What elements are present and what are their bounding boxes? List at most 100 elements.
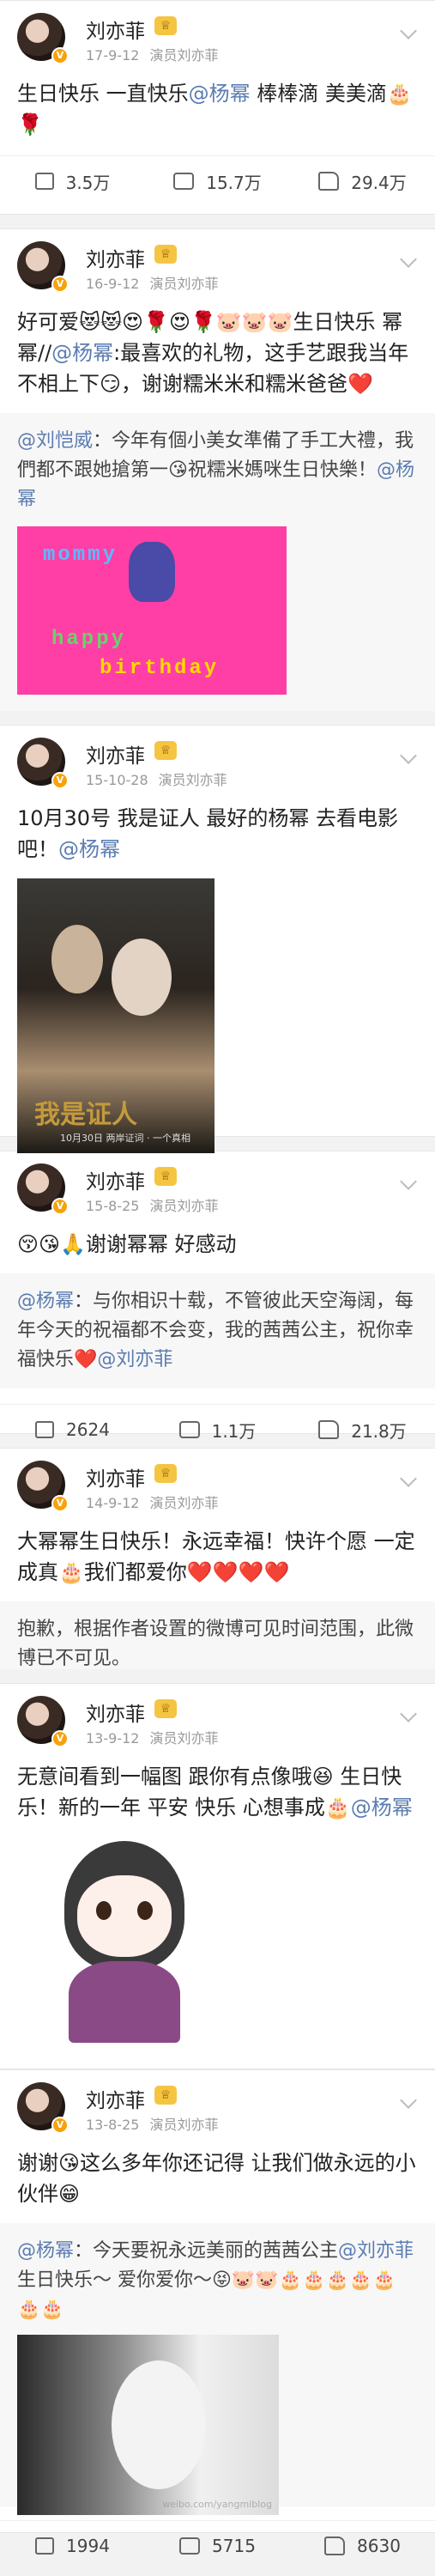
like-count: 29.4万 bbox=[351, 172, 407, 193]
mention-link[interactable]: @杨幂 bbox=[17, 1291, 74, 1312]
crown-badge-icon: ♕ bbox=[154, 16, 177, 35]
mention-link[interactable]: @杨幂 bbox=[351, 1795, 413, 1820]
share-icon bbox=[35, 2537, 55, 2555]
post-card[interactable]: V 刘亦菲 ♕ 15-10-28 演员刘亦菲 10月30号 我是证人 最好的杨幂 … bbox=[0, 725, 435, 1153]
post-card[interactable]: V 刘亦菲 ♕ 17-9-12 演员刘亦菲 生日快乐 一直快乐@杨幂 棒棒滴 美美… bbox=[0, 0, 435, 215]
post-source: 演员刘亦菲 bbox=[149, 1495, 219, 1511]
image-word: mommy bbox=[43, 544, 118, 567]
share-count: 3.5万 bbox=[65, 172, 111, 193]
portrait-photo: weibo.com/yangmiblog bbox=[17, 2335, 279, 2515]
post-text: 10月30号 我是证人 最好的杨幂 去看电影吧！@杨幂 bbox=[0, 786, 435, 865]
handprint-shape bbox=[129, 542, 175, 602]
username[interactable]: 刘亦菲 bbox=[86, 243, 145, 272]
like-button[interactable]: 21.8万 bbox=[290, 1405, 435, 1455]
poster-subtitle: 10月30日 两岸证词 · 一个真相 bbox=[60, 1133, 190, 1144]
username[interactable]: 刘亦菲 bbox=[86, 1698, 145, 1727]
post-meta: 13-8-25 演员刘亦菲 bbox=[86, 2113, 228, 2134]
comment-button[interactable]: 15.7万 bbox=[145, 156, 290, 206]
chevron-down-icon[interactable] bbox=[400, 1470, 417, 1487]
post-card[interactable]: V 刘亦菲 ♕ 14-9-12 演员刘亦菲 大幂幂生日快乐！永远幸福！快许个愿 一… bbox=[0, 1448, 435, 1687]
verified-badge-icon: V bbox=[51, 47, 69, 64]
post-image[interactable] bbox=[17, 1837, 418, 2043]
post-image[interactable]: 我是证人 10月30日 两岸证词 · 一个真相 bbox=[17, 878, 418, 1153]
mention-link[interactable]: @杨幂 bbox=[17, 2240, 74, 2262]
repost-block[interactable]: @杨幂：与你相识十载，不管彼此天空海阔，每年今天的祝福都不会变，我的茜茜公主，祝… bbox=[0, 1273, 435, 1388]
share-count: 1994 bbox=[66, 2536, 110, 2556]
post-date: 16-9-12 bbox=[86, 276, 140, 292]
mention-link[interactable]: @刘亦菲 bbox=[97, 1349, 172, 1370]
post-meta: 17-9-12 演员刘亦菲 bbox=[86, 44, 228, 64]
crown-badge-icon: ♕ bbox=[154, 245, 177, 264]
share-icon bbox=[35, 1421, 55, 1438]
chevron-down-icon[interactable] bbox=[400, 2092, 417, 2109]
post-meta: 15-10-28 演员刘亦菲 bbox=[86, 769, 238, 789]
comment-button[interactable]: 5715 bbox=[145, 2521, 290, 2571]
mention-link[interactable]: @刘恺威 bbox=[17, 430, 93, 452]
text-segment: 大幂幂生日快乐！永远幸福！快许个愿 一定成真🎂我们都爱你❤️❤️❤️❤️ bbox=[17, 1529, 415, 1584]
username[interactable]: 刘亦菲 bbox=[86, 1165, 145, 1194]
mention-link[interactable]: @杨幂 bbox=[58, 837, 120, 861]
chevron-down-icon[interactable] bbox=[400, 747, 417, 764]
thumbs-up-icon bbox=[324, 2537, 346, 2555]
post-header: V 刘亦菲 ♕ 14-9-12 演员刘亦菲 bbox=[0, 1449, 435, 1512]
crown-badge-icon: ♕ bbox=[154, 2086, 177, 2105]
chevron-down-icon[interactable] bbox=[400, 1705, 417, 1722]
mention-link[interactable]: @刘亦菲 bbox=[338, 2240, 414, 2262]
chevron-down-icon[interactable] bbox=[400, 1173, 417, 1190]
username[interactable]: 刘亦菲 bbox=[86, 2084, 145, 2113]
like-button[interactable]: 8630 bbox=[290, 2521, 435, 2571]
post-card[interactable]: V 刘亦菲 ♕ 13-9-12 演员刘亦菲 无意间看到一幅图 跟你有点像哦😆 生日… bbox=[0, 1683, 435, 2069]
poster-figure bbox=[51, 925, 103, 993]
mention-link[interactable]: @杨幂 bbox=[189, 82, 251, 106]
image-word: happy bbox=[51, 628, 127, 651]
movie-poster-image: 我是证人 10月30日 两岸证词 · 一个真相 bbox=[17, 878, 214, 1153]
comment-icon bbox=[173, 173, 195, 190]
post-source: 演员刘亦菲 bbox=[149, 47, 219, 64]
comment-count: 5715 bbox=[212, 2536, 256, 2556]
mention-link[interactable]: @杨幂 bbox=[51, 341, 113, 365]
crown-badge-icon: ♕ bbox=[154, 1699, 177, 1718]
text-segment: 谢谢😘这么多年你还记得 让我们做永远的小伙伴😁 bbox=[17, 2151, 416, 2206]
crown-badge-icon: ♕ bbox=[154, 741, 177, 760]
weibo-feed: V 刘亦菲 ♕ 17-9-12 演员刘亦菲 生日快乐 一直快乐@杨幂 棒棒滴 美美… bbox=[0, 0, 435, 2556]
cartoon-face bbox=[77, 1875, 172, 1957]
post-card[interactable]: V 刘亦菲 ♕ 15-8-25 演员刘亦菲 😚😘🙏谢谢幂幂 好感动 @杨幂：与你相… bbox=[0, 1151, 435, 1442]
cartoon-eye bbox=[137, 1901, 153, 1920]
verified-badge-icon: V bbox=[51, 276, 69, 293]
chevron-down-icon[interactable] bbox=[400, 22, 417, 39]
image-watermark: weibo.com/yangmiblog bbox=[162, 2499, 272, 2510]
verified-badge-icon: V bbox=[51, 1198, 69, 1215]
chevron-down-icon[interactable] bbox=[400, 251, 417, 268]
post-image[interactable]: weibo.com/yangmiblog bbox=[17, 2335, 418, 2515]
post-header: V 刘亦菲 ♕ 13-9-12 演员刘亦菲 bbox=[0, 1684, 435, 1747]
post-date: 13-9-12 bbox=[86, 1730, 140, 1747]
verified-badge-icon: V bbox=[51, 772, 69, 789]
post-image[interactable]: mommy happy birthday bbox=[17, 526, 418, 695]
like-button[interactable]: 29.4万 bbox=[290, 156, 435, 206]
text-segment: ：与你相识十载，不管彼此天空海阔，每年今天的祝福都不会变，我的茜茜公主，祝你幸福… bbox=[17, 1291, 414, 1370]
post-date: 13-8-25 bbox=[86, 2117, 140, 2133]
post-source: 演员刘亦菲 bbox=[149, 2117, 219, 2133]
post-source: 演员刘亦菲 bbox=[149, 1730, 219, 1747]
text-segment: 😚😘🙏谢谢幂幂 好感动 bbox=[17, 1232, 237, 1256]
share-button[interactable]: 1994 bbox=[0, 2521, 145, 2571]
username[interactable]: 刘亦菲 bbox=[86, 1462, 145, 1492]
username[interactable]: 刘亦菲 bbox=[86, 15, 145, 44]
post-date: 14-9-12 bbox=[86, 1495, 140, 1511]
post-meta: 13-9-12 演员刘亦菲 bbox=[86, 1727, 228, 1747]
share-button[interactable]: 3.5万 bbox=[0, 156, 145, 206]
poster-figure bbox=[112, 939, 172, 1016]
text-segment: 生日快乐 一直快乐 bbox=[17, 82, 189, 106]
portrait-face bbox=[112, 2360, 206, 2489]
post-card[interactable]: V 刘亦菲 ♕ 16-9-12 演员刘亦菲 好可爱😻😻😍🌹😍🌹🐷🐷🐷生日快乐 幂幂… bbox=[0, 228, 435, 765]
post-date: 15-10-28 bbox=[86, 772, 148, 788]
post-meta: 16-9-12 演员刘亦菲 bbox=[86, 272, 228, 293]
share-button[interactable]: 2624 bbox=[0, 1405, 145, 1455]
post-card[interactable]: V 刘亦菲 ♕ 13-8-25 演员刘亦菲 谢谢😘这么多年你还记得 让我们做永远的… bbox=[0, 2069, 435, 2556]
verified-badge-icon: V bbox=[51, 1730, 69, 1747]
comment-button[interactable]: 1.1万 bbox=[145, 1405, 290, 1455]
text-segment: 无意间看到一幅图 跟你有点像哦😆 生日快乐！新的一年 平安 快乐 心想事成🎂 bbox=[17, 1765, 402, 1820]
username[interactable]: 刘亦菲 bbox=[86, 739, 145, 769]
post-header: V 刘亦菲 ♕ 15-8-25 演员刘亦菲 bbox=[0, 1151, 435, 1215]
repost-block[interactable]: @杨幂：今天要祝永远美丽的茜茜公主@刘亦菲 生日快乐～ 爱你爱你～😝🐷🐷🎂🎂🎂🎂… bbox=[0, 2223, 435, 2515]
